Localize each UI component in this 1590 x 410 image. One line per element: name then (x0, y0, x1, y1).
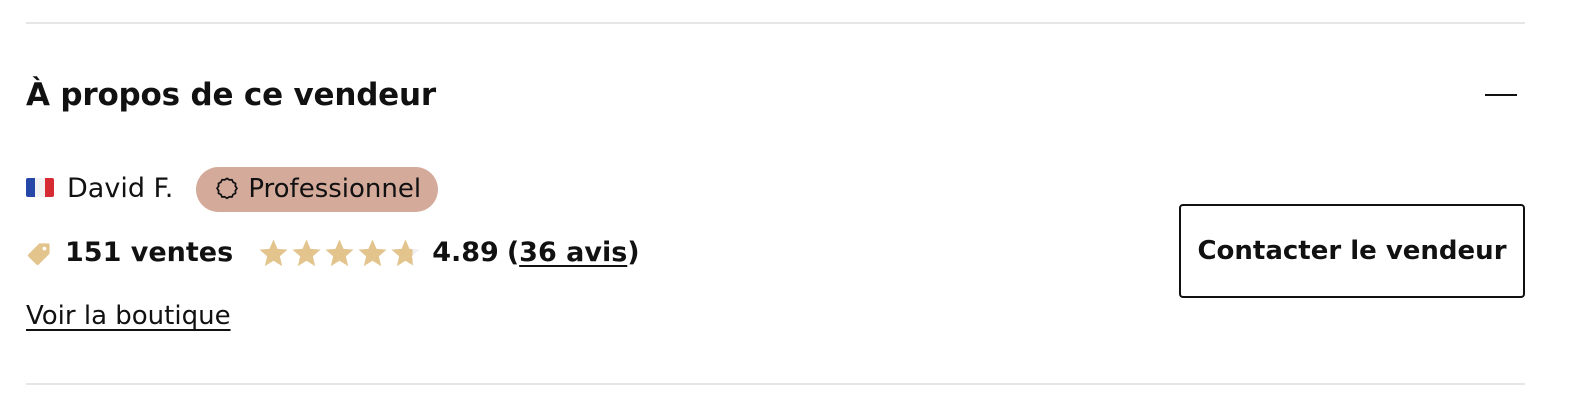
star-icon (325, 238, 354, 266)
view-shop-link[interactable]: Voir la boutique (26, 294, 231, 338)
reviews-link[interactable]: 36 avis (519, 231, 627, 275)
contact-seller-button[interactable]: Contacter le vendeur (1179, 204, 1525, 298)
verified-badge-icon (216, 177, 239, 200)
star-icon (259, 238, 288, 266)
collapse-toggle-button[interactable] (1478, 80, 1524, 110)
professional-badge-label: Professionnel (248, 174, 422, 204)
rating-stars (257, 237, 422, 270)
reviews-open-paren: ( (506, 237, 520, 268)
section-title: À propos de ce vendeur (26, 77, 436, 113)
reviews-close-paren: ) (627, 237, 640, 268)
seller-name: David F. (67, 173, 174, 204)
star-icon (358, 238, 387, 266)
seller-section: À propos de ce vendeur David F. Professi… (0, 0, 1590, 410)
star-icon (391, 238, 420, 266)
star-icon (292, 238, 321, 266)
bottom-divider (26, 383, 1525, 385)
sales-count: 151 ventes (65, 237, 234, 268)
seller-stats: 151 ventes 4.89 ( 36 avis ) (26, 230, 640, 276)
professional-badge: Professionnel (196, 166, 439, 212)
rating-value: 4.89 (432, 237, 499, 268)
minus-icon (1485, 94, 1517, 96)
france-flag-icon (26, 177, 54, 197)
seller-identity: David F. Professionnel (26, 166, 439, 212)
top-divider (26, 22, 1525, 24)
price-tag-icon (27, 243, 50, 266)
